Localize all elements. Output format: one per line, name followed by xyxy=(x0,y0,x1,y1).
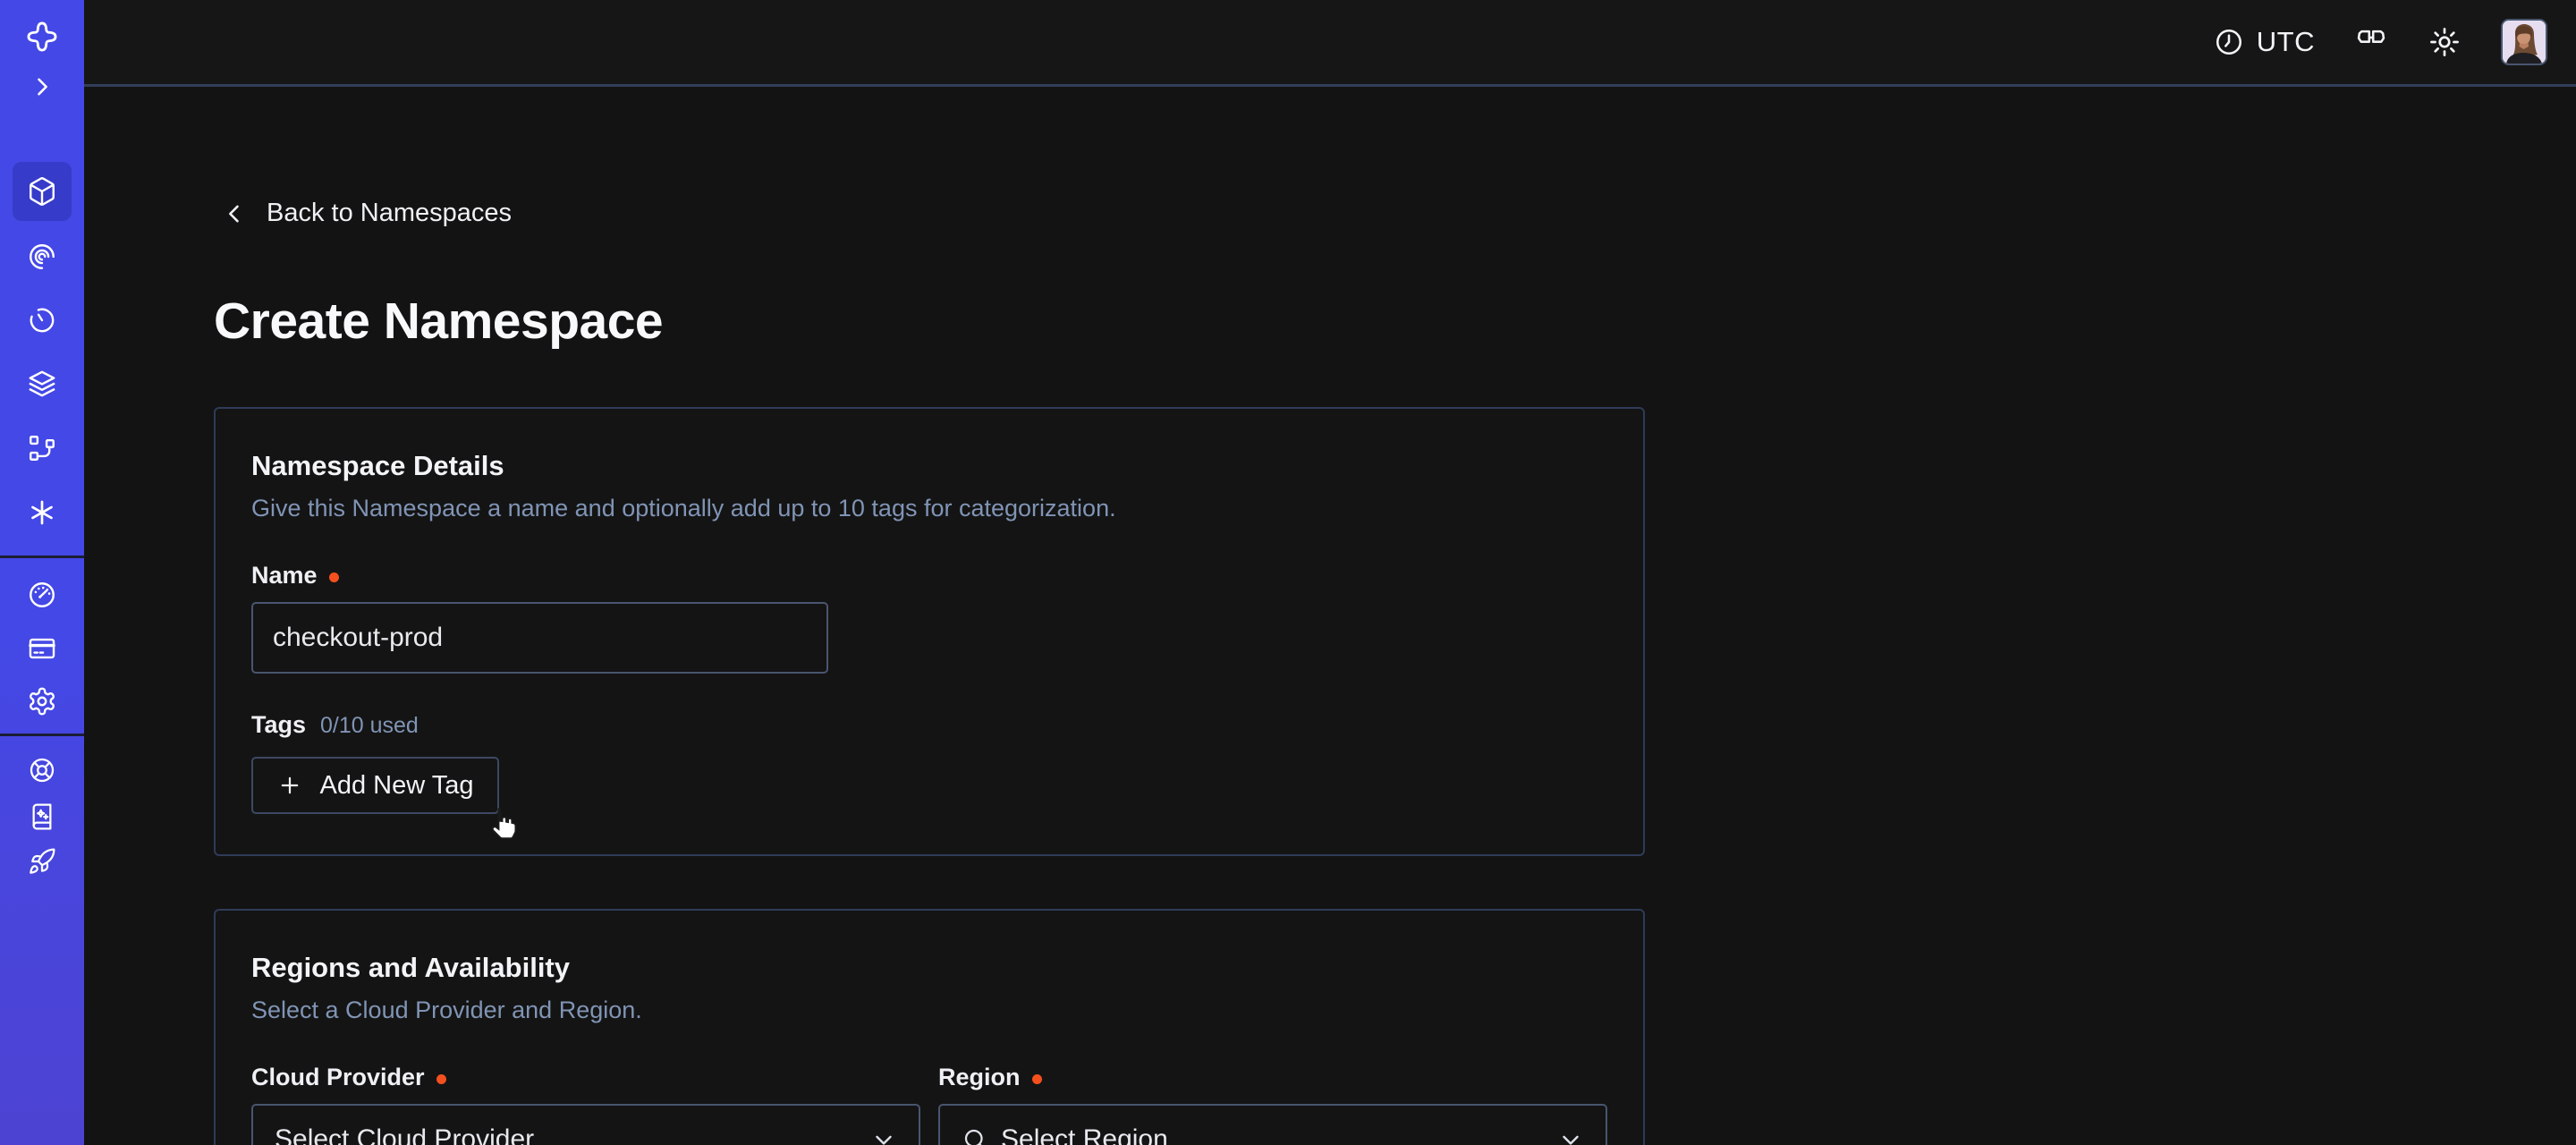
cloud-provider-placeholder: Select Cloud Provider xyxy=(275,1124,534,1145)
temporal-logo-icon[interactable] xyxy=(0,20,84,54)
brightness-icon[interactable] xyxy=(2428,25,2462,59)
namespace-name-input[interactable] xyxy=(251,602,828,674)
sidebar-item-deployments[interactable] xyxy=(0,369,84,399)
getting-started-rocket-icon xyxy=(28,847,56,876)
schedules-timer-icon xyxy=(27,305,57,335)
workflows-spiral-icon xyxy=(27,242,57,272)
back-link-label: Back to Namespaces xyxy=(267,199,512,228)
region-select[interactable]: Select Region xyxy=(938,1104,1607,1145)
required-dot xyxy=(436,1074,446,1084)
glasses-icon[interactable] xyxy=(2354,25,2388,59)
support-lifebuoy-icon xyxy=(28,756,56,785)
region-label: Region xyxy=(938,1064,1607,1091)
billing-card-icon xyxy=(27,633,57,664)
sidebar-item-workflows[interactable] xyxy=(0,242,84,272)
add-new-tag-button[interactable]: Add New Tag xyxy=(251,757,499,814)
search-icon xyxy=(962,1126,988,1145)
card-subtitle: Give this Namespace a name and optionall… xyxy=(251,495,1607,522)
nexus-asterisk-icon xyxy=(27,497,57,528)
sidebar-item-namespaces[interactable] xyxy=(13,162,72,221)
sidebar-divider xyxy=(0,556,84,558)
card-title: Regions and Availability xyxy=(251,952,1607,984)
tags-header: Tags 0/10 used xyxy=(251,711,1607,739)
name-label-text: Name xyxy=(251,562,318,589)
settings-gear-icon xyxy=(27,686,57,717)
card-subtitle: Select a Cloud Provider and Region. xyxy=(251,997,1607,1024)
sidebar-item-settings[interactable] xyxy=(0,686,84,717)
top-bar: UTC xyxy=(84,0,2576,87)
tags-counter: 0/10 used xyxy=(320,713,419,739)
sidebar-item-support[interactable] xyxy=(0,756,84,785)
required-dot xyxy=(1032,1074,1042,1084)
back-to-namespaces-link[interactable]: Back to Namespaces xyxy=(222,199,512,228)
name-field-label: Name xyxy=(251,562,1607,589)
namespace-details-card: Namespace Details Give this Namespace a … xyxy=(214,407,1645,856)
chevron-down-icon xyxy=(870,1126,897,1145)
timezone-selector[interactable]: UTC xyxy=(2214,26,2315,58)
regions-card: Regions and Availability Select a Cloud … xyxy=(214,909,1645,1145)
sidebar-divider xyxy=(0,734,84,736)
chevron-down-icon xyxy=(1557,1126,1584,1145)
sidebar-item-getting-started[interactable] xyxy=(0,847,84,876)
sidebar-expand-chevron-icon[interactable] xyxy=(0,74,84,99)
chevron-left-icon xyxy=(222,201,247,226)
region-placeholder: Select Region xyxy=(1001,1124,1168,1145)
add-new-tag-label: Add New Tag xyxy=(320,771,474,801)
sidebar-item-schedules[interactable] xyxy=(0,305,84,335)
usage-gauge-icon xyxy=(27,580,57,610)
timezone-label: UTC xyxy=(2257,26,2315,58)
clock-icon xyxy=(2214,27,2244,57)
sidebar-item-pipelines[interactable] xyxy=(0,433,84,463)
card-title: Namespace Details xyxy=(251,450,1607,482)
sidebar-nav xyxy=(0,0,84,1145)
sidebar-item-docs[interactable] xyxy=(0,802,84,831)
cloud-provider-select[interactable]: Select Cloud Provider xyxy=(251,1104,920,1145)
sidebar-item-billing[interactable] xyxy=(0,633,84,664)
tags-label: Tags xyxy=(251,711,306,739)
region-label-text: Region xyxy=(938,1064,1021,1091)
cloud-provider-label: Cloud Provider xyxy=(251,1064,920,1091)
sidebar-item-nexus[interactable] xyxy=(0,497,84,528)
page-title: Create Namespace xyxy=(214,292,663,351)
sidebar-item-usage[interactable] xyxy=(0,580,84,610)
required-dot xyxy=(329,572,339,582)
user-avatar[interactable] xyxy=(2501,19,2547,65)
plus-icon xyxy=(277,773,302,798)
topbar-actions: UTC xyxy=(2214,0,2547,84)
cloud-provider-label-text: Cloud Provider xyxy=(251,1064,425,1091)
deployments-layers-icon xyxy=(27,369,57,399)
pipelines-branch-icon xyxy=(27,433,57,463)
docs-book-icon xyxy=(28,802,56,831)
namespaces-cube-icon xyxy=(27,176,57,207)
